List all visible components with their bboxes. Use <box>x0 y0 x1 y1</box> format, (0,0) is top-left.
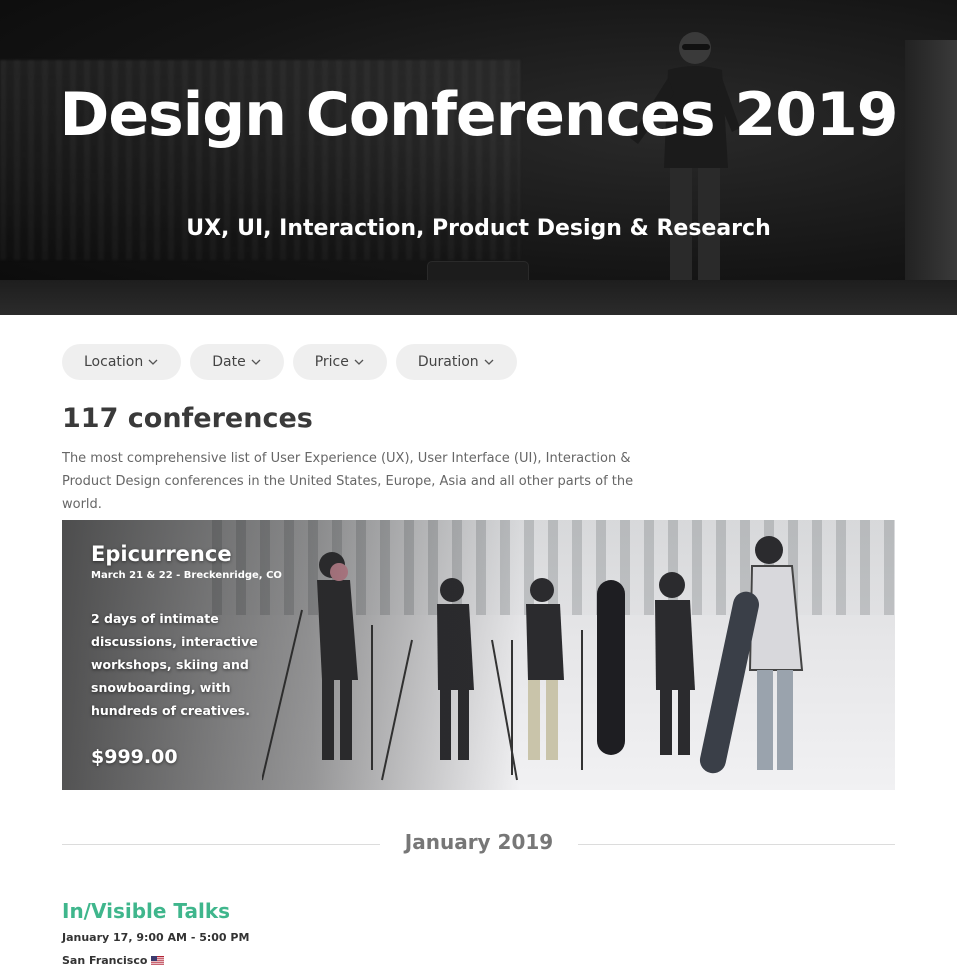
event-title-link[interactable]: In/Visible Talks <box>62 899 230 923</box>
card-title[interactable]: Epicurrence <box>91 542 282 566</box>
filter-bar: Location Date Price Duration <box>62 344 517 380</box>
conference-count: 117 conferences <box>62 403 313 434</box>
month-heading: January 2019 <box>404 830 554 854</box>
page-subtitle: UX, UI, Interaction, Product Design & Re… <box>186 216 771 241</box>
chevron-down-icon <box>251 359 261 365</box>
chevron-down-icon <box>484 359 494 365</box>
list-description: The most comprehensive list of User Expe… <box>62 451 634 512</box>
stage-panel <box>905 40 957 290</box>
hero-banner: Design Conferences 2019 UX, UI, Interact… <box>0 0 957 315</box>
duration-filter[interactable]: Duration <box>395 344 517 380</box>
us-flag-icon <box>151 956 165 965</box>
card-price: $999.00 <box>91 746 178 768</box>
card-date-location: March 21 & 22 - Breckenridge, CO <box>91 570 282 581</box>
speaker-figure <box>630 32 740 306</box>
price-filter[interactable]: Price <box>292 344 387 380</box>
event-date: January 17, 9:00 AM - 5:00 PM <box>62 931 250 944</box>
date-filter[interactable]: Date <box>190 344 284 380</box>
divider-left <box>62 844 380 845</box>
featured-conference-card[interactable]: Epicurrence March 21 & 22 - Breckenridge… <box>62 520 895 790</box>
stage-floor <box>0 280 957 315</box>
card-description: 2 days of intimate discussions, interact… <box>91 611 258 718</box>
event-location-label: San Francisco <box>62 954 148 967</box>
filter-label: Duration <box>417 354 479 370</box>
card-text: Epicurrence March 21 & 22 - Breckenridge… <box>91 542 282 722</box>
filter-label: Price <box>314 354 349 370</box>
page-title: Design Conferences 2019 <box>59 80 899 150</box>
filter-label: Location <box>84 354 144 370</box>
chevron-down-icon <box>354 359 364 365</box>
filter-label: Date <box>212 354 246 370</box>
divider-right <box>578 844 895 845</box>
event-location: San Francisco <box>62 954 165 967</box>
location-filter[interactable]: Location <box>62 344 182 380</box>
chevron-down-icon <box>148 359 158 365</box>
